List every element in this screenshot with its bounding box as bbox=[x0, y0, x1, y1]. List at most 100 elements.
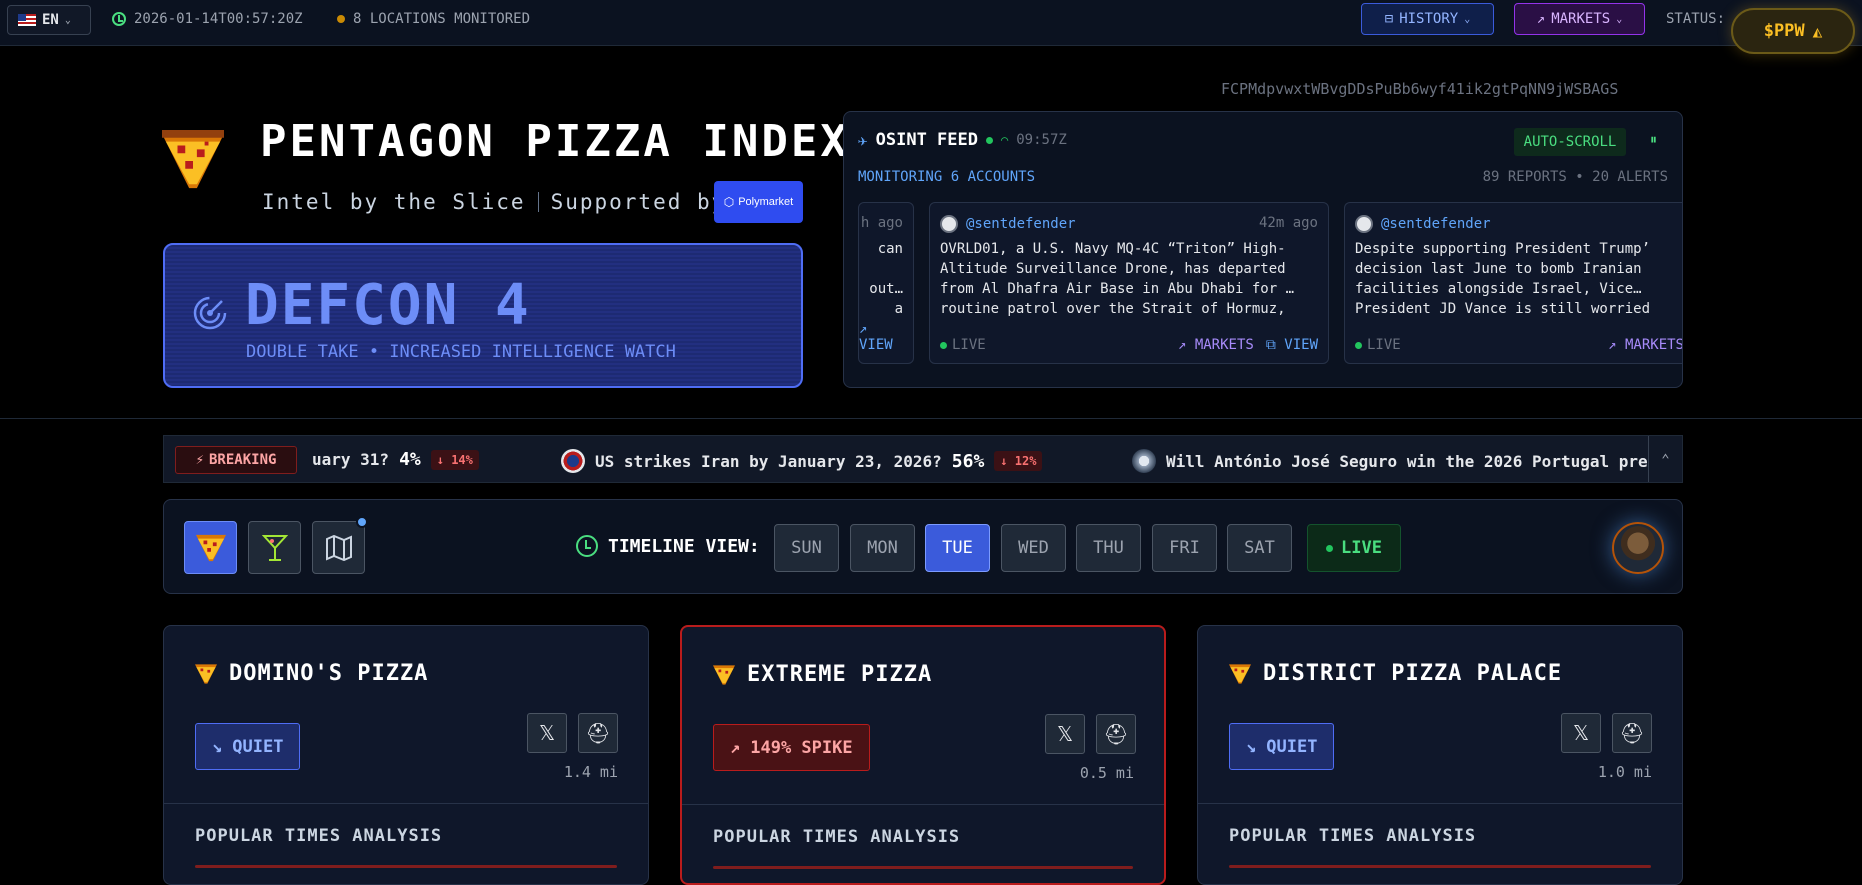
history-button[interactable]: ⊟ HISTORY ⌄ bbox=[1361, 3, 1494, 35]
card-text: Despite supporting President Trump’ deci… bbox=[1355, 241, 1651, 317]
top-bar: EN ⌄ 2026-01-14T00:57:20Z 8 LOCATIONS MO… bbox=[0, 0, 1862, 46]
pizza-icon bbox=[713, 664, 735, 685]
live-dot-icon bbox=[986, 136, 993, 144]
notification-dot bbox=[356, 516, 368, 528]
chevron-down-icon: ⌄ bbox=[1616, 13, 1623, 25]
avatar bbox=[1355, 215, 1373, 233]
ticker-item[interactable]: uary 31? 4% ↓ 14% bbox=[312, 449, 479, 470]
wifi-icon: ◠ bbox=[1001, 133, 1009, 147]
card-text: can out… a bbox=[869, 239, 903, 319]
avatar[interactable] bbox=[1612, 522, 1664, 574]
location-card: DOMINO'S PIZZA ↘ QUIET 𝕏 ⛑ 1.4 mi POPULA… bbox=[163, 625, 649, 885]
supported-by-label: Supported by bbox=[550, 190, 727, 214]
us-flag-icon bbox=[561, 449, 585, 473]
markets-link[interactable]: ↗ MARKETS bbox=[1608, 337, 1683, 353]
x-share-button[interactable]: 𝕏 bbox=[1561, 713, 1601, 753]
timeline-bar: TIMELINE VIEW: SUN MON TUE WED THU FRI S… bbox=[163, 499, 1683, 594]
tagline: Intel by the Slice bbox=[262, 190, 526, 214]
archive-icon: ⊟ bbox=[1384, 11, 1394, 27]
map-view-button[interactable] bbox=[312, 521, 365, 574]
ticker-change: ↓ 14% bbox=[430, 449, 479, 470]
day-sat[interactable]: SAT bbox=[1227, 524, 1292, 572]
timestamp-text: 2026-01-14T00:57:20Z bbox=[134, 11, 303, 27]
live-indicator: LIVE bbox=[1355, 337, 1401, 353]
live-button[interactable]: LIVE bbox=[1307, 524, 1401, 572]
feed-card[interactable]: @sentdefender Despite supporting Preside… bbox=[1344, 202, 1683, 364]
day-thu[interactable]: THU bbox=[1076, 524, 1141, 572]
pizza-icon bbox=[195, 534, 226, 561]
view-link[interactable]: ↗ VIEW bbox=[859, 321, 903, 353]
polymarket-badge[interactable]: ⬡ Polymarket bbox=[714, 181, 803, 223]
markets-link-label: MARKETS bbox=[1194, 337, 1254, 353]
breaking-ticker: uary 31? 4% ↓ 14% US strikes Iran by Jan… bbox=[163, 435, 1683, 483]
sponsor-label: Polymarket bbox=[738, 196, 794, 208]
day-sun[interactable]: SUN bbox=[774, 524, 839, 572]
location-title: EXTREME PIZZA bbox=[713, 662, 932, 687]
feed-card-partial[interactable]: h ago can out… a ↗ VIEW bbox=[858, 202, 914, 364]
location-title: DISTRICT PIZZA PALACE bbox=[1229, 661, 1562, 686]
wallet-address[interactable]: FCPMdpvwxtWBvgDDsPuBb6wyf41ik2gtPqNN9jWS… bbox=[1221, 80, 1618, 98]
spy-button[interactable]: ⛑ bbox=[1096, 714, 1136, 754]
pizza-icon bbox=[195, 663, 217, 684]
day-fri[interactable]: FRI bbox=[1152, 524, 1217, 572]
location-name: DISTRICT PIZZA PALACE bbox=[1263, 661, 1563, 686]
card-text-line bbox=[869, 259, 903, 279]
feed-card[interactable]: @sentdefender 42m ago OVRLD01, a U.S. Na… bbox=[929, 202, 1329, 364]
divider bbox=[1198, 803, 1682, 804]
x-logo-icon: 𝕏 bbox=[1572, 721, 1590, 745]
clock-icon bbox=[112, 12, 126, 26]
ticker-item[interactable]: US strikes Iran by January 23, 2026? 56%… bbox=[561, 449, 1043, 473]
x-share-button[interactable]: 𝕏 bbox=[1045, 714, 1085, 754]
view-link[interactable]: ⧉ VIEW bbox=[1266, 337, 1318, 353]
bar-view-button[interactable] bbox=[248, 521, 301, 574]
auto-scroll-button[interactable]: AUTO-SCROLL bbox=[1514, 128, 1626, 156]
spy-button[interactable]: ⛑ bbox=[578, 713, 618, 753]
view-label: VIEW bbox=[859, 337, 893, 353]
day-wed[interactable]: WED bbox=[1001, 524, 1066, 572]
locations-monitored: 8 LOCATIONS MONITORED bbox=[337, 11, 530, 27]
markets-button[interactable]: ↗ MARKETS ⌄ bbox=[1514, 3, 1645, 35]
cocktail-icon bbox=[261, 534, 288, 561]
timeline-label-text: TIMELINE VIEW: bbox=[608, 535, 760, 557]
day-tue[interactable]: TUE bbox=[925, 524, 990, 572]
pause-icon[interactable]: ⏸ bbox=[1650, 132, 1657, 148]
markets-link-label: MARKETS bbox=[1624, 337, 1683, 353]
status-label: QUIET bbox=[232, 736, 284, 757]
live-label: LIVE bbox=[1341, 538, 1382, 558]
incognito-icon: ⛑ bbox=[1619, 721, 1645, 745]
trending-up-icon: ↗ bbox=[730, 737, 741, 758]
subtitle: Intel by the Slice Supported by bbox=[262, 190, 726, 214]
status-badge: ↗ 149% SPIKE bbox=[713, 724, 870, 771]
pizza-view-button[interactable] bbox=[184, 521, 237, 574]
card-user[interactable]: @sentdefender bbox=[940, 215, 1076, 233]
card-time: 42m ago bbox=[1258, 215, 1318, 231]
history-label: HISTORY bbox=[1399, 11, 1459, 27]
x-share-button[interactable]: 𝕏 bbox=[527, 713, 567, 753]
feed-time: 09:57Z bbox=[1016, 132, 1067, 148]
spy-button[interactable]: ⛑ bbox=[1612, 713, 1652, 753]
collapse-ticker-button[interactable]: ⌃ bbox=[1648, 436, 1682, 482]
token-button[interactable]: $PPW ◭ bbox=[1731, 8, 1855, 54]
pizza-logo-icon bbox=[162, 130, 224, 189]
card-user[interactable]: @sentdefender bbox=[1355, 215, 1491, 233]
chevron-down-icon: ⌄ bbox=[64, 14, 71, 26]
reports-count: 89 REPORTS • 20 ALERTS bbox=[1482, 169, 1668, 185]
card-text: OVRLD01, a U.S. Navy MQ-4C “Triton” High… bbox=[940, 241, 1295, 317]
day-mon[interactable]: MON bbox=[850, 524, 915, 572]
status-label: QUIET bbox=[1266, 736, 1318, 757]
live-dot-icon bbox=[1326, 544, 1334, 552]
trending-up-icon: ↗ bbox=[1536, 11, 1546, 27]
card-footer: LIVE ↗ MARKETS ⧉ VIEW bbox=[940, 337, 1318, 353]
card-footer: LIVE ↗ MARKETS bbox=[1355, 337, 1683, 353]
divider bbox=[164, 803, 648, 804]
language-selector[interactable]: EN ⌄ bbox=[7, 5, 91, 35]
pizza-slice-icon: ◭ bbox=[1812, 21, 1823, 41]
markets-link[interactable]: ↗ MARKETS bbox=[1178, 337, 1254, 353]
ticker-item[interactable]: Will António José Seguro win the 2026 Po… bbox=[1132, 449, 1648, 473]
live-dot-icon bbox=[940, 341, 947, 349]
card-username: @sentdefender bbox=[966, 216, 1076, 232]
location-name: EXTREME PIZZA bbox=[747, 662, 933, 687]
pizza-icon bbox=[1229, 663, 1251, 684]
distance: 0.5 mi bbox=[1079, 764, 1134, 782]
distance: 1.4 mi bbox=[563, 763, 618, 781]
